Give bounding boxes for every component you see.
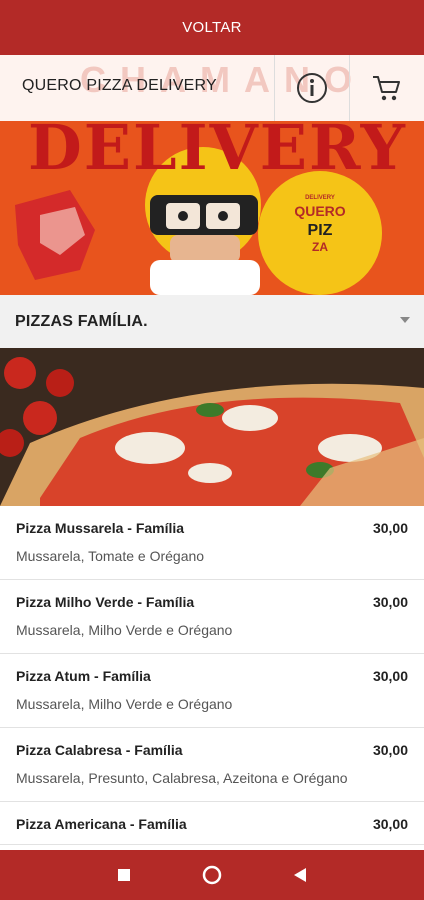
chevron-down-icon[interactable] <box>400 317 410 323</box>
product-item[interactable]: Pizza Americana - Família 30,00 <box>0 802 424 845</box>
category-label[interactable]: PIZZAS FAMÍLIA. <box>15 313 148 331</box>
info-button[interactable] <box>275 55 349 121</box>
category-image <box>0 348 424 506</box>
cart-icon[interactable] <box>371 73 403 103</box>
info-icon[interactable] <box>296 72 328 104</box>
product-list: Pizza Mussarela - Família 30,00 Mussarel… <box>0 506 424 850</box>
recent-apps-button[interactable] <box>80 850 168 900</box>
product-price: 30,00 <box>372 668 408 684</box>
logo-piz-text: PIZ <box>307 222 333 239</box>
store-logo: DELIVERY QUERO PIZ ZA <box>290 195 350 254</box>
product-price: 30,00 <box>372 594 408 610</box>
product-item[interactable]: Pizza Mussarela - Família 30,00 Mussarel… <box>0 506 424 580</box>
product-description: Mussarela, Milho Verde e Orégano <box>16 622 233 638</box>
home-icon[interactable] <box>201 864 223 886</box>
logo-big-text: QUERO <box>294 203 346 219</box>
store-banner: DELIVERY DELIVERY QUERO PIZ ZA CHAMANO Q… <box>0 55 424 295</box>
back-icon[interactable] <box>293 867 307 883</box>
product-item[interactable]: Pizza Calabresa - Família 30,00 Mussarel… <box>0 728 424 802</box>
cart-button[interactable] <box>350 55 424 121</box>
banner-headline: DELIVERY <box>28 111 407 184</box>
back-label[interactable]: VOLTAR <box>182 19 242 36</box>
store-name: QUERO PIZZA DELIVERY <box>22 77 217 94</box>
product-name: Pizza Milho Verde - Família <box>16 594 195 610</box>
product-price: 30,00 <box>372 816 408 832</box>
recent-apps-icon[interactable] <box>117 868 131 882</box>
back-button[interactable] <box>256 850 344 900</box>
product-name: Pizza Americana - Família <box>16 816 187 832</box>
home-button[interactable] <box>168 850 256 900</box>
product-name: Pizza Atum - Família <box>16 668 151 684</box>
logo-za-text: ZA <box>312 240 328 254</box>
category-selector[interactable]: PIZZAS FAMÍLIA. <box>0 295 424 348</box>
system-nav-bar <box>0 850 424 900</box>
pizza-photo <box>0 348 424 506</box>
store-header: CHAMANO QUERO PIZZA DELIVERY <box>0 55 424 121</box>
product-item[interactable]: Pizza Milho Verde - Família 30,00 Mussar… <box>0 580 424 654</box>
product-name: Pizza Calabresa - Família <box>16 742 183 758</box>
product-item[interactable]: Pizza Atum - Família 30,00 Mussarela, Mi… <box>0 654 424 728</box>
back-bar[interactable]: VOLTAR <box>0 0 424 55</box>
product-price: 30,00 <box>372 520 408 536</box>
product-description: Mussarela, Tomate e Orégano <box>16 548 205 564</box>
product-description: Mussarela, Presunto, Calabresa, Azeitona… <box>16 770 348 786</box>
logo-small-text: DELIVERY <box>305 195 335 201</box>
product-description: Mussarela, Milho Verde e Orégano <box>16 696 233 712</box>
product-price: 30,00 <box>372 742 408 758</box>
product-name: Pizza Mussarela - Família <box>16 520 185 536</box>
